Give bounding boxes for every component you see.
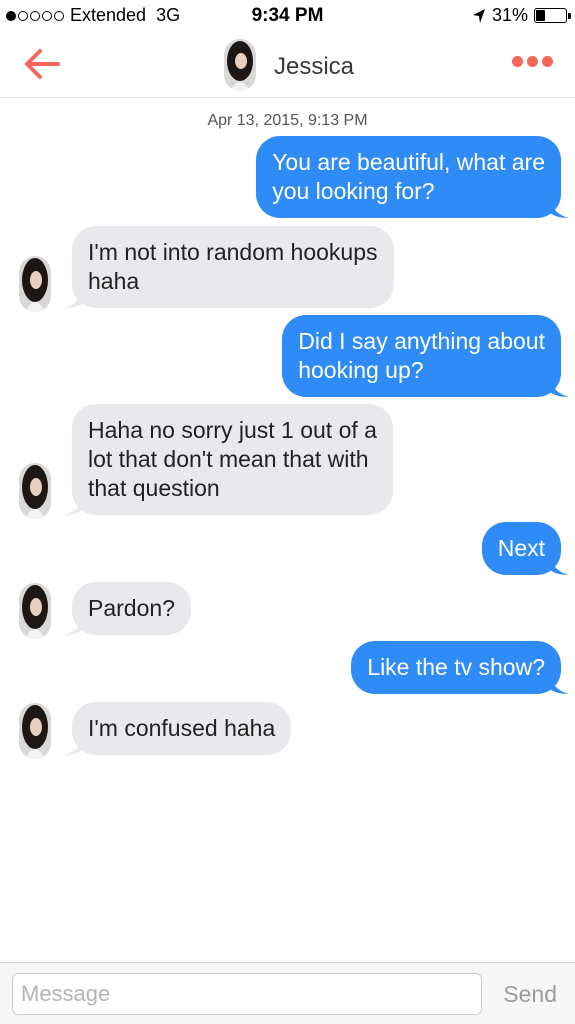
more-dots-icon[interactable] [512, 56, 553, 67]
nav-bar: Jessica [0, 34, 575, 98]
message-text: You are beautiful, what are [272, 149, 545, 175]
sent-message-bubble[interactable]: Like the tv show? [351, 641, 569, 694]
thread-timestamp: Apr 13, 2015, 9:13 PM [207, 112, 368, 129]
back-arrow-icon[interactable] [22, 46, 62, 82]
send-button[interactable]: Send [503, 981, 557, 1008]
received-message-bubble[interactable]: I'm confused haha [64, 702, 292, 755]
bubble-tail [64, 735, 84, 755]
message-text: Haha no sorry just 1 out of a [88, 417, 377, 443]
sent-message-bubble[interactable]: Did I say anything about hooking up? [282, 315, 569, 397]
bubble-tail [64, 615, 84, 635]
message-text: hooking up? [298, 357, 424, 383]
message-text: lot that don't mean that with [88, 446, 369, 472]
message-text: Did I say anything about [298, 328, 545, 354]
message-input[interactable] [12, 973, 482, 1015]
bubble-tail [549, 198, 569, 218]
battery-percent: 31% [491, 5, 528, 25]
contact-name[interactable]: Jessica [274, 53, 354, 81]
composer-bar: Send [0, 962, 575, 1024]
bubble-tail [64, 495, 84, 515]
bubble-tail [549, 377, 569, 397]
contact-avatar[interactable] [224, 39, 256, 91]
sent-message-bubble[interactable]: Next [481, 522, 569, 575]
message-text: you looking for? [272, 178, 435, 204]
message-text: I'm not into random hookups [88, 239, 378, 265]
status-bar: Extended 3G 9:34 PM 31% [0, 0, 575, 34]
message-text: I'm confused haha [88, 715, 276, 741]
bubble-tail [64, 288, 84, 308]
contact-avatar[interactable] [19, 703, 51, 759]
received-message-bubble[interactable]: Pardon? [64, 582, 191, 635]
contact-avatar[interactable] [19, 583, 51, 639]
contact-avatar[interactable] [19, 256, 51, 312]
location-arrow-icon [472, 8, 485, 23]
bubble-tail [549, 674, 569, 694]
contact-avatar[interactable] [19, 463, 51, 519]
message-text: Pardon? [88, 595, 175, 621]
received-message-bubble[interactable]: I'm not into random hookups haha [64, 226, 394, 308]
message-text: that question [88, 475, 220, 501]
message-text: haha [88, 268, 140, 294]
battery-icon [534, 8, 571, 23]
sent-message-bubble[interactable]: You are beautiful, what are you looking f… [256, 136, 569, 218]
message-text: Like the tv show? [367, 654, 545, 680]
received-message-bubble[interactable]: Haha no sorry just 1 out of a lot that do… [64, 404, 393, 515]
message-text: Next [497, 535, 545, 561]
status-right: 31% [472, 5, 571, 26]
bubble-tail [549, 555, 569, 575]
